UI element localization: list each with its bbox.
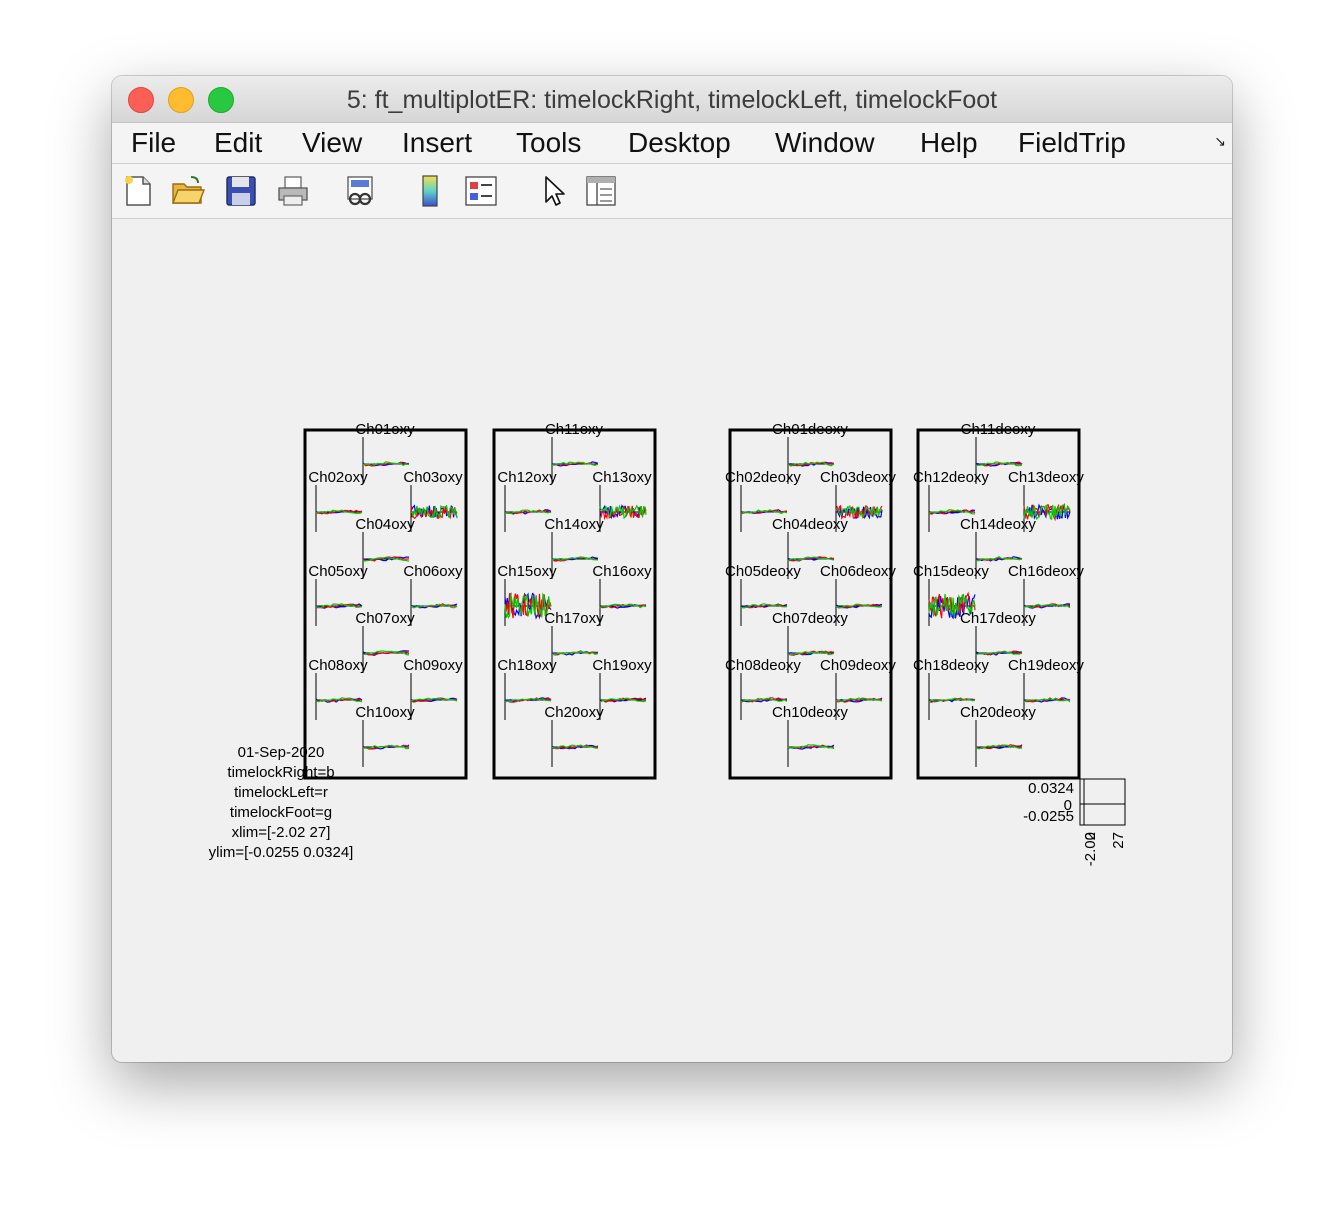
info-text: 01-Sep-2020 timelockRight=b timelockLeft=r…: [209, 744, 354, 861]
menu-help[interactable]: Help: [920, 127, 978, 159]
channel-label: Ch17oxy: [544, 610, 604, 627]
channel-label: Ch10deoxy: [772, 704, 848, 721]
channel-label: Ch05oxy: [308, 563, 368, 580]
channel-label: Ch01oxy: [355, 421, 415, 438]
info-line: xlim=[-2.02 27]: [232, 824, 331, 841]
channel-label: Ch19deoxy: [1008, 657, 1084, 674]
channel-label: Ch16deoxy: [1008, 563, 1084, 580]
channel-label: Ch07oxy: [355, 610, 415, 627]
menu-tools[interactable]: Tools: [516, 127, 581, 159]
menu-desktop[interactable]: Desktop: [628, 127, 731, 159]
channel-label: Ch03deoxy: [820, 469, 896, 486]
channel-label: Ch08deoxy: [725, 657, 801, 674]
scale-axes[interactable]: 0.03240-0.0255-2.020 27: [1023, 778, 1127, 866]
scale-ymin-label: -0.0255: [1023, 808, 1074, 825]
dock-arrow-icon[interactable]: ↘: [1214, 133, 1226, 150]
channel-label: Ch14oxy: [544, 516, 604, 533]
channel-label: Ch11oxy: [545, 421, 604, 438]
menu-bar: File Edit View Insert Tools Desktop Wind…: [112, 123, 1232, 164]
channel-label: Ch11deoxy: [961, 421, 1036, 438]
figure-window: 5: ft_multiplotER: timelockRight, timelo…: [112, 76, 1232, 1062]
save-icon[interactable]: [224, 174, 258, 208]
channel-label: Ch07deoxy: [772, 610, 848, 627]
channel-label: Ch02deoxy: [725, 469, 801, 486]
channel-label: Ch09oxy: [403, 657, 463, 674]
channel-label: Ch06oxy: [403, 563, 463, 580]
channel-label: Ch16oxy: [592, 563, 652, 580]
channel-label: Ch18deoxy: [913, 657, 989, 674]
channel-label: Ch17deoxy: [960, 610, 1036, 627]
channel-label: Ch05deoxy: [725, 563, 801, 580]
channel-label: Ch04oxy: [355, 516, 415, 533]
channel-label: Ch12oxy: [497, 469, 557, 486]
info-line: timelockLeft=r: [234, 784, 328, 801]
menu-file[interactable]: File: [131, 127, 176, 159]
window-title: 5: ft_multiplotER: timelockRight, timelo…: [346, 86, 998, 114]
channel-label: Ch20deoxy: [960, 704, 1036, 721]
multiplot-axes[interactable]: Ch01oxy Ch02oxy Ch03oxy Ch04oxy Ch05oxy Ch06o…: [112, 219, 1232, 1062]
pointer-icon[interactable]: [537, 174, 571, 208]
legend-icon[interactable]: [464, 174, 498, 208]
channel-label: Ch15deoxy: [913, 563, 989, 580]
print-icon[interactable]: [276, 174, 310, 208]
channel-label: Ch03oxy: [403, 469, 463, 486]
channel-plot-ch20deoxy[interactable]: Ch20deoxy: [960, 704, 1036, 767]
scale-xzero-label: 0: [1082, 832, 1099, 840]
channel-label: Ch14deoxy: [960, 516, 1036, 533]
channel-label: Ch10oxy: [355, 704, 415, 721]
channel-label: Ch02oxy: [308, 469, 368, 486]
menu-window[interactable]: Window: [775, 127, 875, 159]
channel-label: Ch01deoxy: [772, 421, 848, 438]
scale-ymax-label: 0.0324: [1028, 780, 1074, 797]
channel-label: Ch04deoxy: [772, 516, 848, 533]
info-line: ylim=[-0.0255 0.0324]: [209, 844, 354, 861]
property-editor-icon[interactable]: [584, 174, 618, 208]
channel-label: Ch20oxy: [544, 704, 604, 721]
channel-plot-ch10deoxy[interactable]: Ch10deoxy: [772, 704, 848, 767]
channel-plot-ch20oxy[interactable]: Ch20oxy: [544, 704, 604, 767]
channel-label: Ch13oxy: [592, 469, 652, 486]
channel-label: Ch12deoxy: [913, 469, 989, 486]
colorbar-icon[interactable]: [413, 174, 447, 208]
menu-view[interactable]: View: [302, 127, 362, 159]
info-line: timelockFoot=g: [230, 804, 332, 821]
new-figure-icon[interactable]: [121, 174, 155, 208]
channel-label: Ch15oxy: [497, 563, 557, 580]
menu-fieldtrip[interactable]: FieldTrip: [1018, 127, 1126, 159]
toolbar: [112, 164, 1232, 219]
channel-label: Ch09deoxy: [820, 657, 896, 674]
scale-xmax-label: 27: [1110, 832, 1127, 849]
channel-label: Ch06deoxy: [820, 563, 896, 580]
channel-label: Ch08oxy: [308, 657, 368, 674]
menu-insert[interactable]: Insert: [402, 127, 472, 159]
info-line: timelockRight=b: [227, 764, 334, 781]
menu-edit[interactable]: Edit: [214, 127, 262, 159]
channel-plot-ch10oxy[interactable]: Ch10oxy: [355, 704, 415, 767]
info-line: 01-Sep-2020: [238, 744, 325, 761]
channel-label: Ch19oxy: [592, 657, 652, 674]
scale-box: [1079, 778, 1126, 826]
open-file-icon[interactable]: [171, 174, 205, 208]
channel-label: Ch18oxy: [497, 657, 557, 674]
link-plot-icon[interactable]: [344, 174, 378, 208]
title-bar[interactable]: 5: ft_multiplotER: timelockRight, timelo…: [112, 76, 1232, 123]
channel-label: Ch13deoxy: [1008, 469, 1084, 486]
